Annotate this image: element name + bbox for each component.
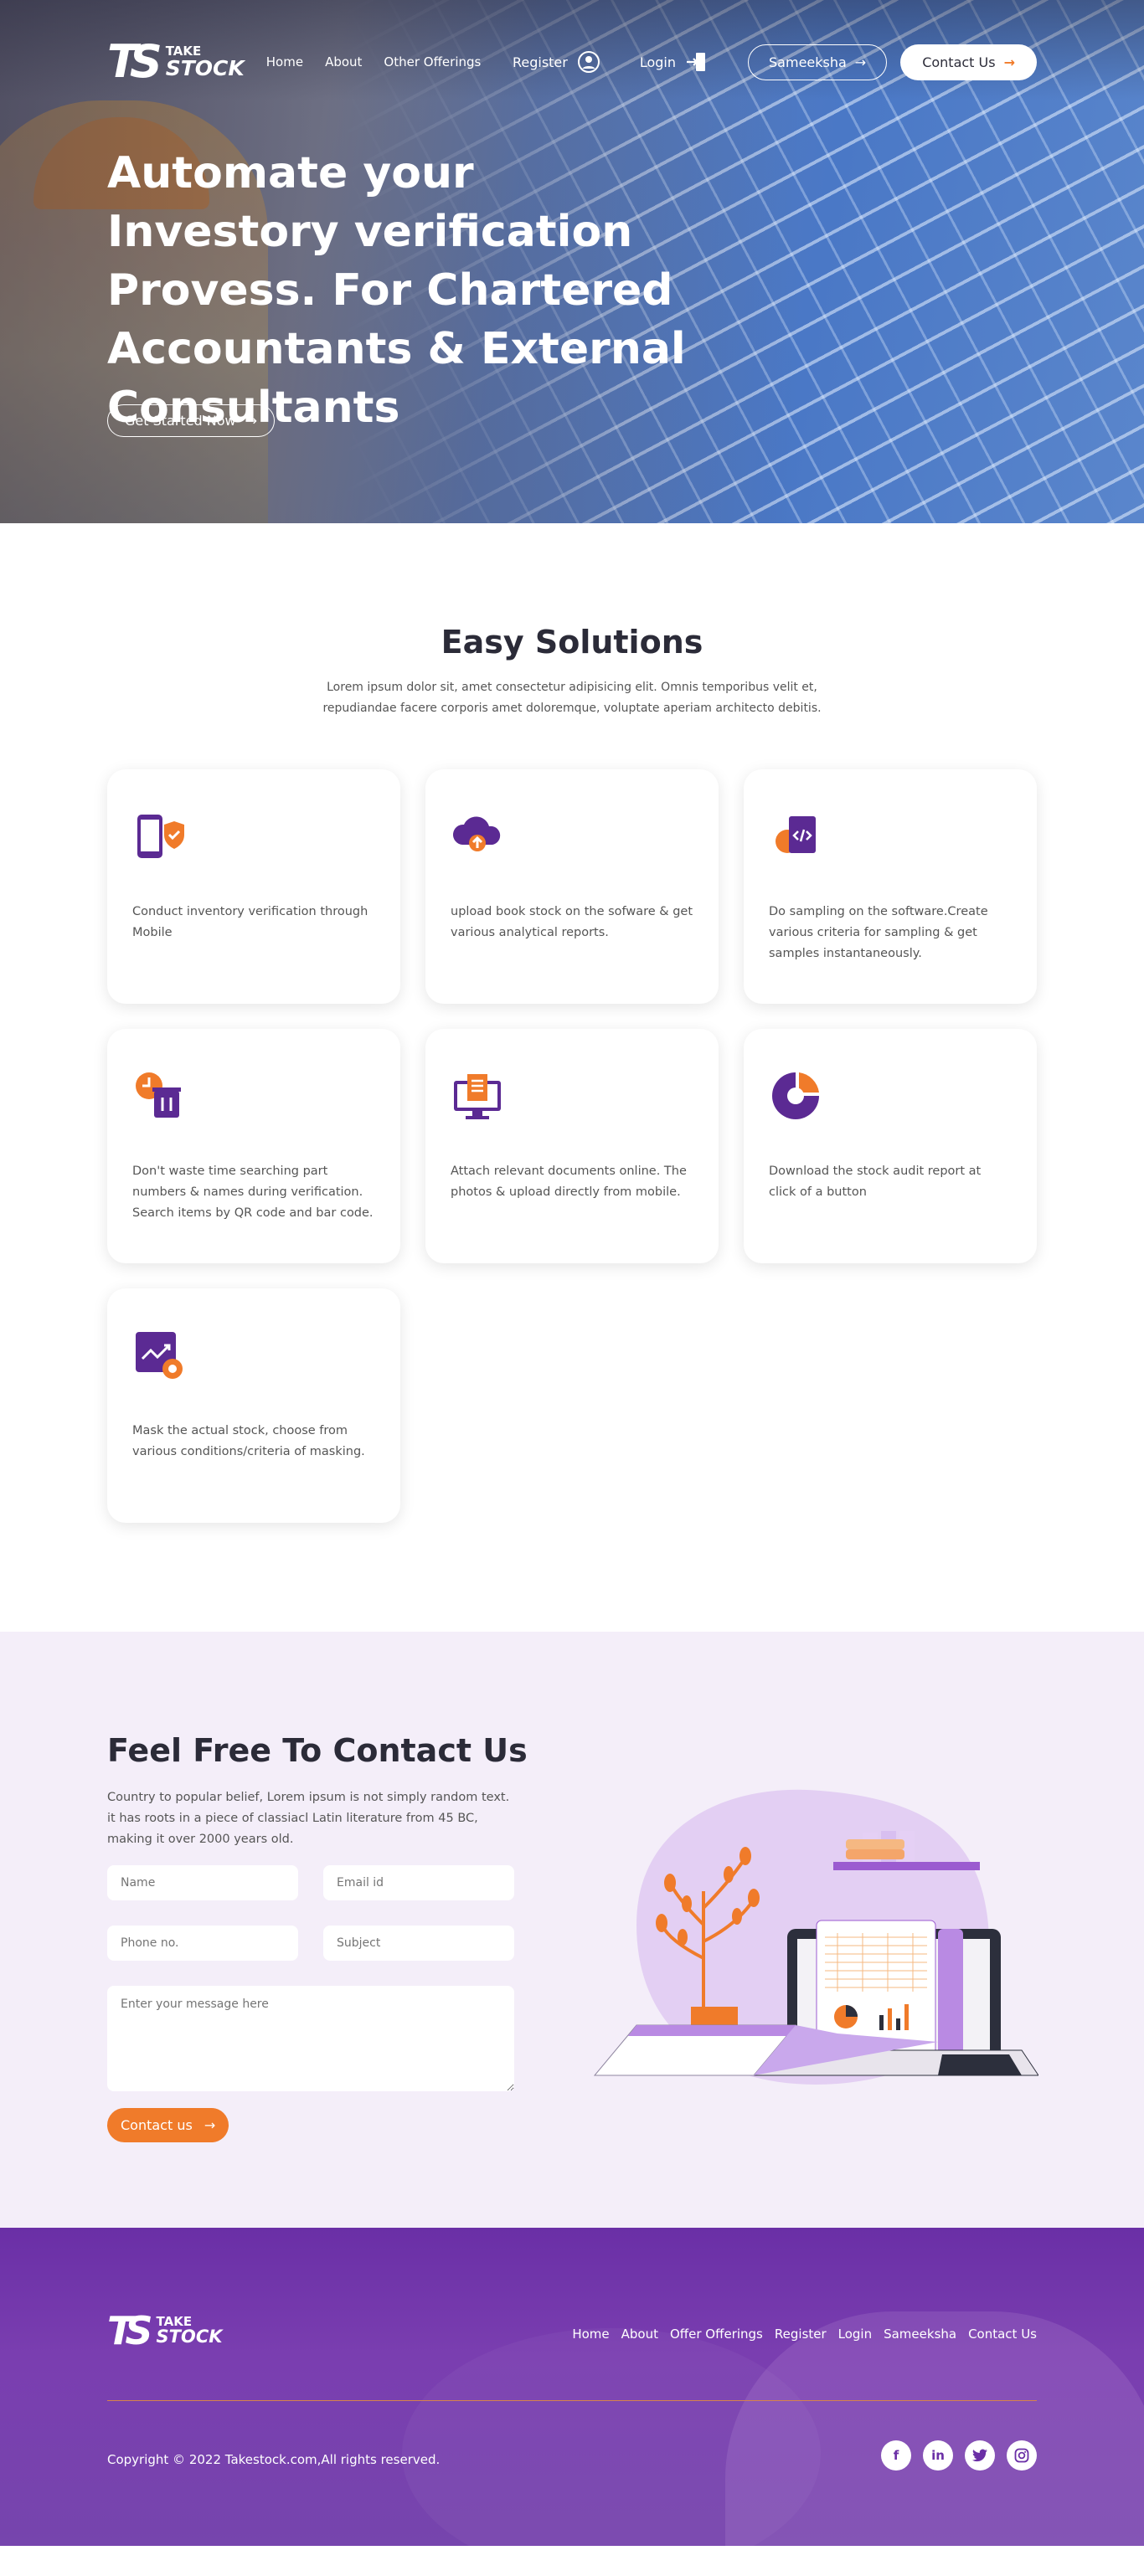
email-field[interactable] (323, 1865, 514, 1900)
analytics-settings-icon (136, 1332, 183, 1379)
footer-link-home[interactable]: Home (572, 2327, 609, 2342)
login-link[interactable]: Login (640, 49, 709, 75)
get-started-label: Get Started Now (125, 413, 236, 429)
instagram-icon[interactable] (1007, 2440, 1037, 2471)
footer-background-image (725, 2311, 1144, 2546)
pie-chart-icon (772, 1072, 819, 1119)
top-nav: TS TAKE STOCK Home About Other Offerings… (107, 37, 1037, 87)
contact-description: Country to popular belief, Lorem ipsum i… (107, 1791, 510, 1846)
nav-about[interactable]: About (325, 54, 362, 69)
footer-link-about[interactable]: About (621, 2327, 658, 2342)
logo-mark: TS (107, 35, 162, 88)
solution-card: Download the stock audit report at click… (744, 1029, 1037, 1263)
login-door-icon (684, 49, 709, 75)
hero-title: Automate your Investory verification Pro… (107, 148, 686, 433)
phone-field[interactable] (107, 1926, 298, 1961)
solution-text: Do sampling on the software.Create vario… (769, 905, 988, 960)
user-account-label: Sameeksha (769, 54, 847, 70)
solution-card: Attach relevant documents online. The ph… (425, 1029, 719, 1263)
arrow-right-icon: → (1003, 54, 1015, 70)
twitter-icon[interactable] (965, 2440, 995, 2471)
delete-time-icon (136, 1072, 181, 1118)
brand-logo[interactable]: TS TAKE STOCK (107, 39, 245, 85)
footer-link-contact[interactable]: Contact Us (968, 2327, 1037, 2342)
solution-card: Do sampling on the software.Create vario… (744, 769, 1037, 1004)
linkedin-icon[interactable]: in (923, 2440, 953, 2471)
copyright-text: Copyright © 2022 Takestock.com,All right… (107, 2452, 441, 2467)
main-menu: Home About Other Offerings (266, 54, 482, 69)
arrow-right-icon: → (204, 2117, 216, 2133)
solution-card: Mask the actual stock, choose from vario… (107, 1288, 400, 1523)
subject-field[interactable] (323, 1926, 514, 1961)
solutions-intro: Lorem ipsum dolor sit, amet consectetur … (322, 681, 822, 715)
footer-link-offerings[interactable]: Offer Offerings (670, 2327, 763, 2342)
contact-us-label: Contact Us (922, 54, 996, 70)
mobile-shield-icon (137, 815, 184, 858)
solutions-section: Easy Solutions Lorem ipsum dolor sit, am… (0, 523, 1144, 1632)
logo-word-bottom: STOCK (156, 2327, 223, 2347)
social-links: f in (881, 2440, 1037, 2471)
arrow-right-icon: → (245, 413, 258, 429)
footer-link-register[interactable]: Register (775, 2327, 827, 2342)
footer-divider (107, 2400, 1037, 2401)
contact-section: Feel Free To Contact Us Country to popul… (0, 1632, 1144, 2228)
site-footer: TS TAKE STOCK Home About Offer Offerings… (0, 2228, 1144, 2546)
logo-word-bottom: STOCK (165, 56, 245, 80)
contact-submit-button[interactable]: Contact us → (107, 2108, 229, 2142)
footer-nav: Home About Offer Offerings Register Logi… (572, 2327, 1037, 2342)
user-account-button[interactable]: Sameeksha → (748, 44, 888, 80)
solution-card: Conduct inventory verification through M… (107, 769, 400, 1004)
laptop-plant-illustration (593, 1789, 1038, 2085)
facebook-icon[interactable]: f (881, 2440, 911, 2471)
solution-text: upload book stock on the sofware & get v… (451, 905, 693, 939)
footer-link-login[interactable]: Login (838, 2327, 872, 2342)
login-label: Login (639, 54, 677, 70)
name-field[interactable] (107, 1865, 298, 1900)
logo-mark: TS (107, 2308, 152, 2353)
cloud-upload-icon (452, 816, 501, 851)
contact-us-button[interactable]: Contact Us → (900, 44, 1037, 80)
user-circle-icon (576, 49, 601, 75)
footer-link-sameeksha[interactable]: Sameeksha (884, 2327, 956, 2342)
nav-other-offerings[interactable]: Other Offerings (384, 54, 481, 69)
solution-text: Attach relevant documents online. The ph… (451, 1165, 687, 1199)
code-file-icon (776, 816, 816, 853)
solution-text: Conduct inventory verification through M… (132, 905, 368, 939)
solution-text: Mask the actual stock, choose from vario… (132, 1424, 365, 1458)
register-label: Register (512, 54, 568, 70)
nav-home[interactable]: Home (266, 54, 303, 69)
solution-text: Don't waste time searching part numbers … (132, 1165, 374, 1220)
contact-submit-label: Contact us (121, 2117, 193, 2133)
solutions-grid: Conduct inventory verification through M… (107, 769, 1037, 1523)
message-field[interactable] (107, 1986, 514, 2091)
contact-form: Contact us → (107, 1865, 514, 2142)
arrow-right-icon: → (854, 54, 867, 70)
solutions-title: Easy Solutions (441, 624, 703, 661)
solution-text: Download the stock audit report at click… (769, 1165, 982, 1199)
solution-card: upload book stock on the sofware & get v… (425, 769, 719, 1004)
monitor-document-icon (454, 1074, 501, 1119)
solution-card: Don't waste time searching part numbers … (107, 1029, 400, 1263)
register-link[interactable]: Register (513, 49, 601, 75)
hero-section: TS TAKE STOCK Home About Other Offerings… (0, 0, 1144, 523)
footer-brand-logo[interactable]: TS TAKE STOCK (107, 2311, 223, 2350)
get-started-button[interactable]: Get Started Now → (107, 404, 276, 437)
